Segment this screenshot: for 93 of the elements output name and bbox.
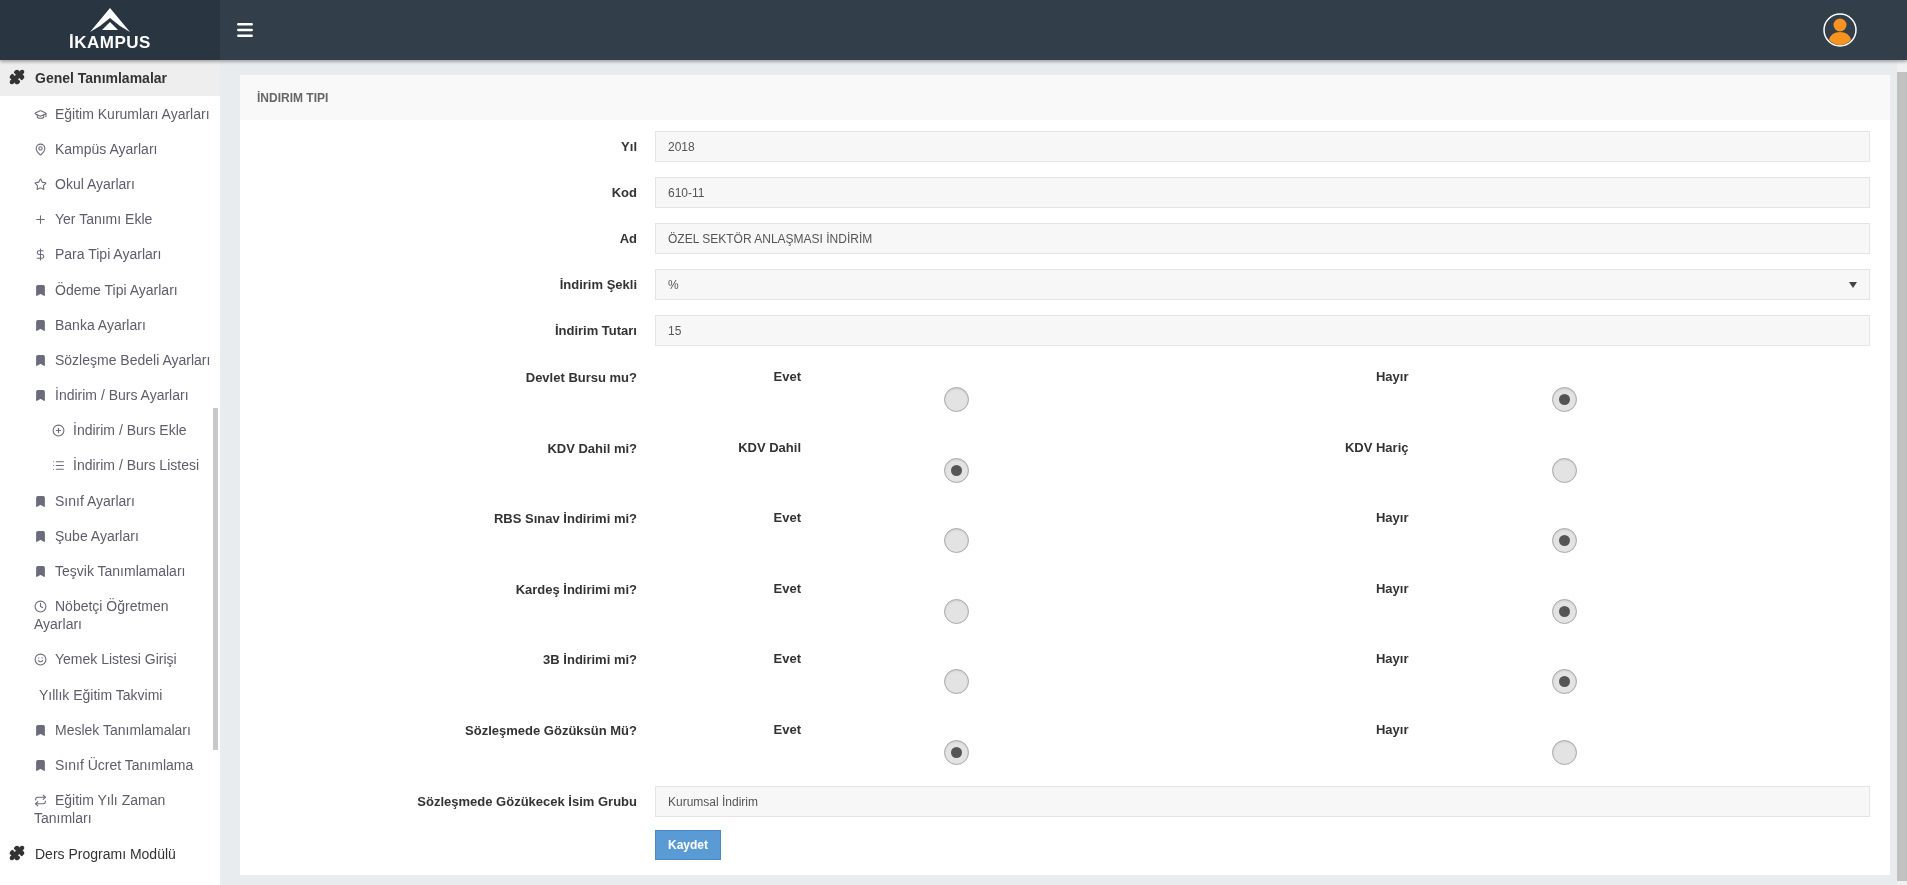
roof-icon bbox=[90, 8, 130, 34]
repeat-icon bbox=[34, 794, 47, 808]
option-label: Evet bbox=[772, 720, 801, 738]
field-label: Yıl bbox=[620, 137, 638, 156]
sidebar-item[interactable]: Yer Tanımı Ekle bbox=[0, 201, 220, 237]
sidebar-item[interactable]: İndirim / Burs Ayarları bbox=[0, 377, 220, 413]
option-label: Hayır bbox=[1374, 650, 1409, 667]
caret-icon bbox=[1849, 281, 1857, 288]
question-label: Kardeş İndirimi mi? bbox=[514, 580, 638, 599]
user-avatar-icon[interactable] bbox=[1823, 13, 1857, 47]
sidebar-item[interactable]: Eğitim Kurumları Ayarları bbox=[0, 96, 220, 132]
input-field[interactable]: 15 bbox=[655, 315, 1870, 346]
radio-button[interactable] bbox=[1551, 739, 1577, 765]
sidebar-item[interactable]: Sözleşme Bedeli Ayarları bbox=[0, 342, 220, 378]
option-label: Hayır bbox=[1374, 579, 1409, 597]
option-label: Evet bbox=[772, 650, 801, 667]
sidebar-item[interactable]: Ödeme Tipi Ayarları bbox=[0, 271, 220, 308]
smile-icon bbox=[34, 653, 47, 667]
sidebar-item[interactable]: Eğitim Yılı Zaman Tanımları bbox=[0, 782, 220, 836]
input-field[interactable]: 610-11 bbox=[655, 177, 1870, 208]
bookmark-icon bbox=[34, 283, 47, 297]
field-label: Ad bbox=[618, 229, 638, 248]
sidebar-item[interactable]: Okul Ayarları bbox=[0, 166, 220, 202]
bookmark-icon bbox=[34, 758, 47, 772]
plus-icon bbox=[34, 213, 47, 227]
sidebar-item[interactable]: Şube Ayarları bbox=[0, 518, 220, 554]
sidebar-item[interactable]: Teşvik Tanımlamaları bbox=[0, 553, 220, 589]
sidebar-item[interactable]: Genel Tanımlamalar bbox=[0, 60, 220, 96]
option-label: Hayır bbox=[1374, 368, 1409, 385]
bookmark-icon bbox=[34, 565, 47, 579]
radio-button[interactable] bbox=[1551, 528, 1577, 553]
field-label: İndirim Tutarı bbox=[553, 321, 638, 340]
list-icon bbox=[52, 459, 65, 473]
bookmark-icon bbox=[34, 723, 47, 737]
radio-button[interactable] bbox=[944, 457, 969, 483]
bookmark-icon bbox=[34, 529, 47, 543]
sidebar-item[interactable]: Ders Programı Modülü bbox=[0, 835, 220, 872]
select-field[interactable]: % bbox=[655, 269, 1870, 300]
sidebar-item[interactable]: Sınıf Ayarları bbox=[0, 483, 220, 519]
bookmark-icon bbox=[34, 318, 47, 332]
radio-button[interactable] bbox=[944, 387, 969, 412]
star-icon bbox=[34, 177, 47, 191]
clock-icon bbox=[34, 600, 47, 614]
sidebar-item[interactable]: Kampüs Ayarları bbox=[0, 131, 220, 167]
option-label: KDV Hariç bbox=[1343, 438, 1409, 456]
map-pin-icon bbox=[34, 142, 47, 156]
sidebar-item[interactable]: İndirim / Burs Listesi bbox=[0, 447, 220, 484]
option-label: Evet bbox=[772, 579, 801, 597]
question-label: Devlet Bursu mu? bbox=[524, 369, 638, 387]
sidebar-item[interactable]: İndirim / Burs Ekle bbox=[0, 412, 220, 448]
scrollbar-thumb[interactable] bbox=[213, 408, 218, 750]
radio-button[interactable] bbox=[944, 739, 969, 765]
input-field[interactable]: ÖZEL SEKTÖR ANLAŞMASI İNDİRİM bbox=[655, 223, 1870, 254]
option-label: KDV Dahil bbox=[737, 438, 801, 456]
sidebar-item[interactable]: Para Tipi Ayarları bbox=[0, 236, 220, 272]
sidebar-item[interactable]: Yemek Listesi Girişi bbox=[0, 641, 220, 677]
sidebar-item[interactable]: Yıllık Eğitim Takvimi bbox=[0, 677, 220, 713]
plus-circle-icon bbox=[52, 424, 65, 438]
option-label: Evet bbox=[772, 509, 801, 526]
field-label: İndirim Şekli bbox=[558, 275, 638, 294]
bookmark-icon bbox=[34, 389, 47, 403]
sidebar-item[interactable]: Meslek Tanımlamaları bbox=[0, 712, 220, 748]
question-label: 3B İndirimi mi? bbox=[542, 651, 638, 669]
puzzle-icon bbox=[9, 69, 25, 85]
question-label: RBS Sınav İndirimi mi? bbox=[492, 510, 638, 528]
bookmark-icon bbox=[34, 353, 47, 367]
radio-button[interactable] bbox=[1551, 669, 1577, 694]
radio-button[interactable] bbox=[1551, 457, 1577, 483]
question-label: Sözleşmede Gözüksün Mü? bbox=[464, 721, 638, 740]
option-label: Hayır bbox=[1374, 720, 1409, 738]
logo-text: İKAMPUS bbox=[69, 34, 151, 52]
field-label: Kod bbox=[610, 183, 638, 202]
menu-icon[interactable] bbox=[235, 20, 255, 40]
radio-button[interactable] bbox=[944, 598, 969, 624]
dollar-icon bbox=[34, 248, 47, 262]
radio-button[interactable] bbox=[944, 528, 969, 553]
question-label: KDV Dahil mi? bbox=[546, 439, 638, 458]
puzzle-icon bbox=[9, 844, 25, 861]
radio-button[interactable] bbox=[1551, 387, 1577, 412]
radio-button[interactable] bbox=[1551, 598, 1577, 624]
sidebar-item[interactable]: Sınıf Ücret Tanımlama bbox=[0, 747, 220, 783]
sidebar-item[interactable]: Nöbetçi Öğretmen Ayarları bbox=[0, 588, 220, 642]
input-field[interactable]: Kurumsal İndirim bbox=[655, 786, 1870, 817]
field-label: Sözleşmede Gözükecek İsim Grubu bbox=[416, 792, 638, 811]
option-label: Evet bbox=[772, 368, 801, 385]
radio-button[interactable] bbox=[944, 669, 969, 694]
option-label: Hayır bbox=[1374, 509, 1409, 526]
sidebar-item[interactable]: Banka Ayarları bbox=[0, 307, 220, 343]
input-field[interactable]: 2018 bbox=[655, 131, 1870, 162]
bookmark-icon bbox=[34, 494, 47, 508]
panel-title: İNDIRIM TIPI bbox=[257, 89, 329, 107]
logo[interactable]: İKAMPUS bbox=[0, 0, 220, 60]
graduation-cap-icon bbox=[34, 107, 47, 121]
